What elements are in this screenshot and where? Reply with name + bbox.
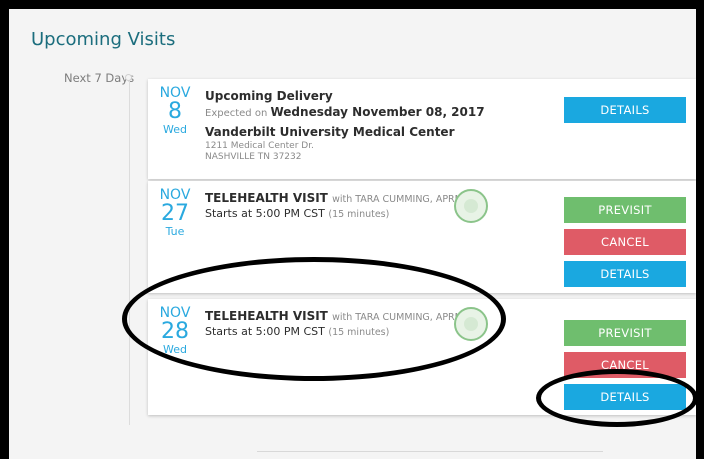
address-line2: NASHVILLE TN 37232 [205,152,302,162]
start-line: Starts at 5:00 PM CST (15 minutes) [205,207,462,220]
provider-text: with TARA CUMMING, APRN [332,194,462,205]
page-title: Upcoming Visits [31,29,176,50]
visit-weekday: Wed [163,123,187,136]
expected-line: Expected on Wednesday November 08, 2017 [205,105,485,119]
previsit-button[interactable]: PREVISIT [564,320,686,346]
details-button[interactable]: DETAILS [564,261,686,287]
visit-day: 8 [168,99,182,124]
cancel-button[interactable]: CANCEL [564,229,686,255]
duration: (15 minutes) [328,209,390,220]
visit-title: TELEHEALTH VISIT [205,191,328,205]
annotation-ellipse-visit [122,257,506,381]
visit-card-delivery: NOV 8 Wed Upcoming Delivery Expected on … [148,79,696,179]
address-line1: 1211 Medical Center Dr. [205,141,314,151]
visit-date: NOV 8 Wed [148,85,202,137]
timeline-dot [125,74,132,81]
app-frame: Upcoming Visits Next 7 Days NOV 8 Wed Up… [9,9,696,459]
timeline-line [129,77,130,425]
visit-title-line: TELEHEALTH VISIT with TARA CUMMING, APRN [205,191,462,205]
visit-info: Upcoming Delivery Expected on Wednesday … [205,89,485,163]
bottom-divider [257,451,603,452]
visit-day: 27 [161,201,189,226]
annotation-ellipse-details [536,369,696,427]
visit-info: TELEHEALTH VISIT with TARA CUMMING, APRN… [205,191,462,220]
location-name: Vanderbilt University Medical Center [205,125,455,139]
visit-title: Upcoming Delivery [205,89,333,103]
visit-weekday: Tue [165,225,185,238]
expected-date: Wednesday November 08, 2017 [270,105,485,119]
provider-avatar [454,189,488,223]
start-time: Starts at 5:00 PM CST [205,207,325,220]
group-label: Next 7 Days [64,71,135,85]
previsit-button[interactable]: PREVISIT [564,197,686,223]
details-button[interactable]: DETAILS [564,97,686,123]
expected-prefix: Expected on [205,108,268,119]
visit-date: NOV 27 Tue [148,187,202,239]
